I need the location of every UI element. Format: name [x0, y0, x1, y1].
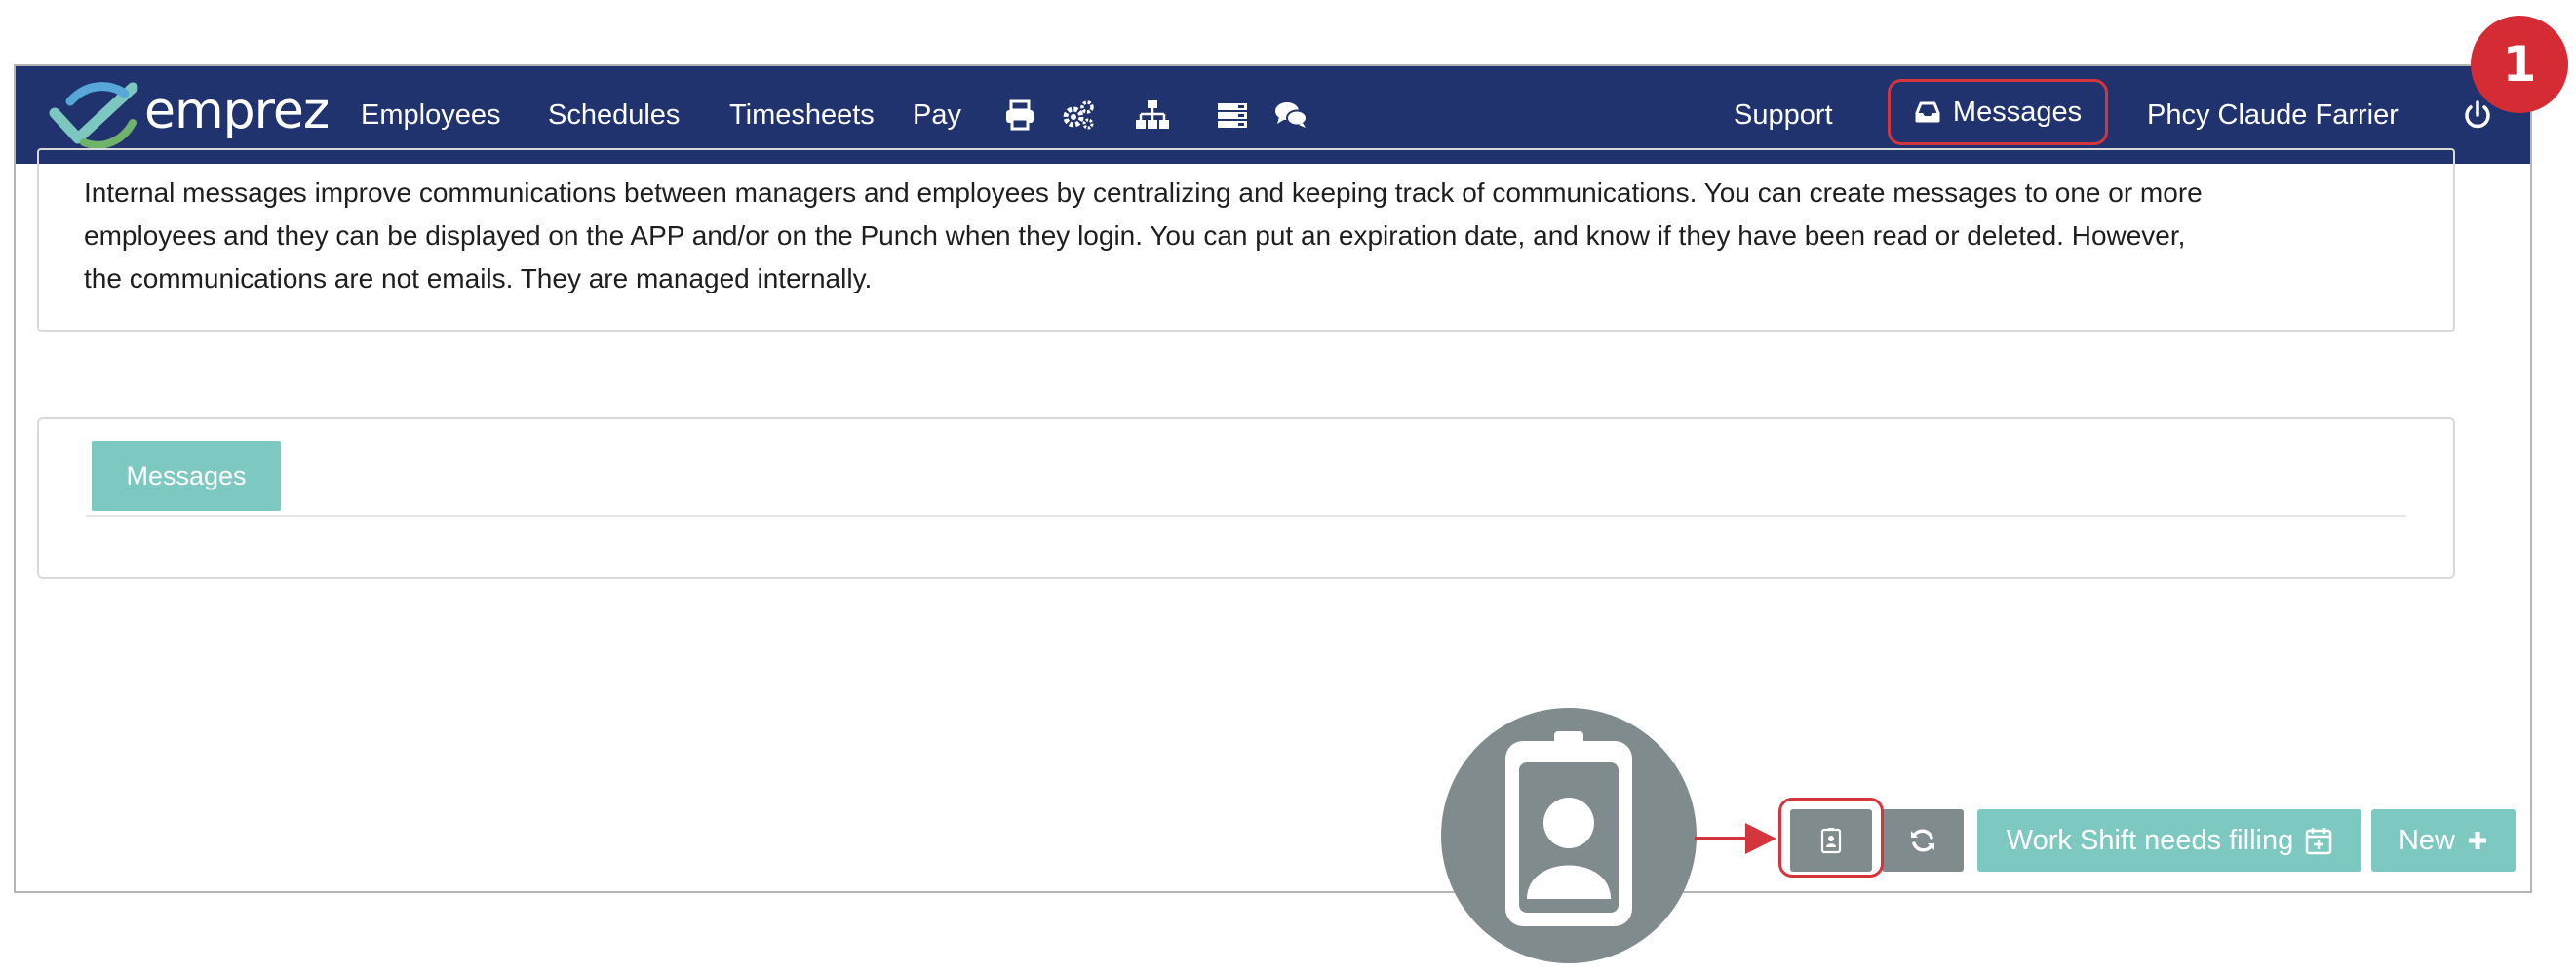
power-icon[interactable]	[2461, 98, 2494, 132]
new-message-button[interactable]: New	[2371, 809, 2516, 872]
org-chart-icon[interactable]	[1135, 98, 1170, 133]
printer-icon[interactable]	[1002, 98, 1037, 133]
emprez-logo[interactable]: emprez	[49, 80, 330, 148]
refresh-icon	[1911, 829, 1934, 852]
plus-icon	[2469, 832, 2486, 849]
pointer-arrow	[1695, 823, 1776, 854]
chat-icon[interactable]	[1273, 98, 1308, 133]
work-shift-label: Work Shift needs filling	[2006, 824, 2294, 856]
work-shift-needs-filling-button[interactable]: Work Shift needs filling	[1977, 809, 2361, 872]
logo-text: emprez	[144, 82, 330, 140]
id-badge-highlight	[1778, 798, 1884, 878]
server-icon[interactable]	[1215, 98, 1250, 133]
nav-messages[interactable]: Messages	[1888, 79, 2108, 145]
new-label: New	[2398, 824, 2455, 856]
info-text-line: the communications are not emails. They …	[84, 263, 873, 293]
logo-mark-icon	[49, 82, 138, 148]
gears-icon[interactable]	[1061, 98, 1096, 133]
info-text-line: employees and they can be displayed on t…	[84, 220, 2186, 251]
refresh-button[interactable]	[1882, 809, 1964, 872]
tab-messages[interactable]: Messages	[92, 441, 281, 511]
tab-divider	[86, 515, 2406, 517]
zoomed-id-badge-callout	[1441, 708, 1697, 963]
messages-tabs-panel: Messages	[37, 417, 2455, 579]
id-badge-icon	[1505, 731, 1632, 926]
info-text-line: Internal messages improve communications…	[84, 177, 2203, 208]
calendar-plus-icon	[2305, 828, 2332, 855]
messages-info-panel: Internal messages improve communications…	[37, 148, 2455, 332]
step-number-badge: 1	[2471, 16, 2568, 113]
nav-messages-label: Messages	[1952, 96, 2083, 128]
inbox-icon	[1915, 101, 1940, 123]
